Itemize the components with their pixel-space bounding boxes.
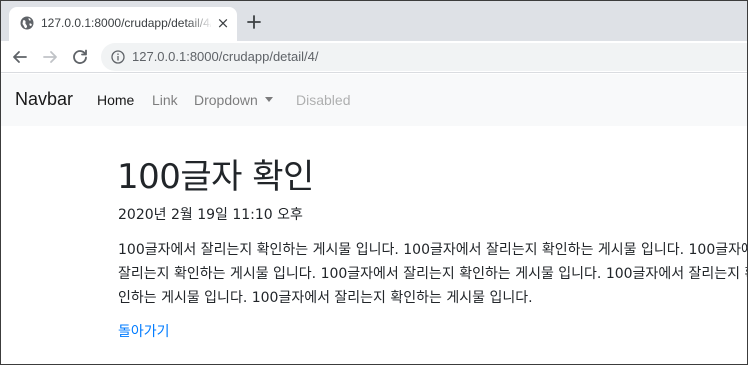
browser-toolbar: 127.0.0.1:8000/crudapp/detail/4/ bbox=[1, 41, 747, 73]
back-arrow-icon[interactable] bbox=[9, 46, 31, 68]
navbar-brand[interactable]: Navbar bbox=[15, 89, 73, 110]
tab-title-fade bbox=[187, 13, 213, 35]
browser-tab[interactable]: 127.0.0.1:8000/crudapp/detail/4/ × bbox=[9, 7, 237, 41]
nav-dropdown[interactable]: Dropdown bbox=[194, 92, 273, 108]
nav-link-home[interactable]: Home bbox=[97, 92, 134, 108]
post-title: 100글자 확인 bbox=[117, 157, 314, 197]
tab-title: 127.0.0.1:8000/crudapp/detail/4/ bbox=[41, 16, 211, 30]
browser-window: 127.0.0.1:8000/crudapp/detail/4/ × 127.0… bbox=[0, 0, 748, 365]
post-date: 2020년 2월 19일 11:10 오후 bbox=[118, 207, 303, 223]
post-body-line: 잘리는지 확인하는 게시물 입니다. 100글자에서 잘리는지 확인하는 게시물… bbox=[118, 266, 748, 282]
post-body: 100글자에서 잘리는지 확인하는 게시물 입니다. 100글자에서 잘리는지 … bbox=[118, 238, 748, 310]
nav-dropdown-label: Dropdown bbox=[194, 92, 258, 108]
close-icon[interactable]: × bbox=[215, 15, 231, 31]
url-text[interactable]: 127.0.0.1:8000/crudapp/detail/4/ bbox=[132, 49, 318, 64]
nav-link-link[interactable]: Link bbox=[152, 92, 178, 108]
address-bar[interactable]: 127.0.0.1:8000/crudapp/detail/4/ bbox=[101, 43, 747, 71]
plus-icon[interactable] bbox=[243, 11, 265, 33]
post-body-line: 인하는 게시물 입니다. 100글자에서 잘리는지 확인하는 게시물 입니다. bbox=[118, 290, 533, 306]
globe-icon bbox=[20, 16, 34, 30]
forward-arrow-icon[interactable] bbox=[39, 46, 61, 68]
back-link[interactable]: 돌아가기 bbox=[118, 321, 170, 341]
nav-link-disabled: Disabled bbox=[296, 92, 351, 108]
post-body-line: 100글자에서 잘리는지 확인하는 게시물 입니다. 100글자에서 잘리는지 … bbox=[118, 242, 748, 258]
tab-strip: 127.0.0.1:8000/crudapp/detail/4/ × bbox=[1, 1, 747, 41]
reload-icon[interactable] bbox=[69, 46, 91, 68]
caret-down-icon bbox=[264, 97, 273, 102]
info-icon[interactable] bbox=[111, 50, 125, 64]
site-navbar: Navbar Home Link Dropdown Disabled bbox=[1, 74, 747, 126]
